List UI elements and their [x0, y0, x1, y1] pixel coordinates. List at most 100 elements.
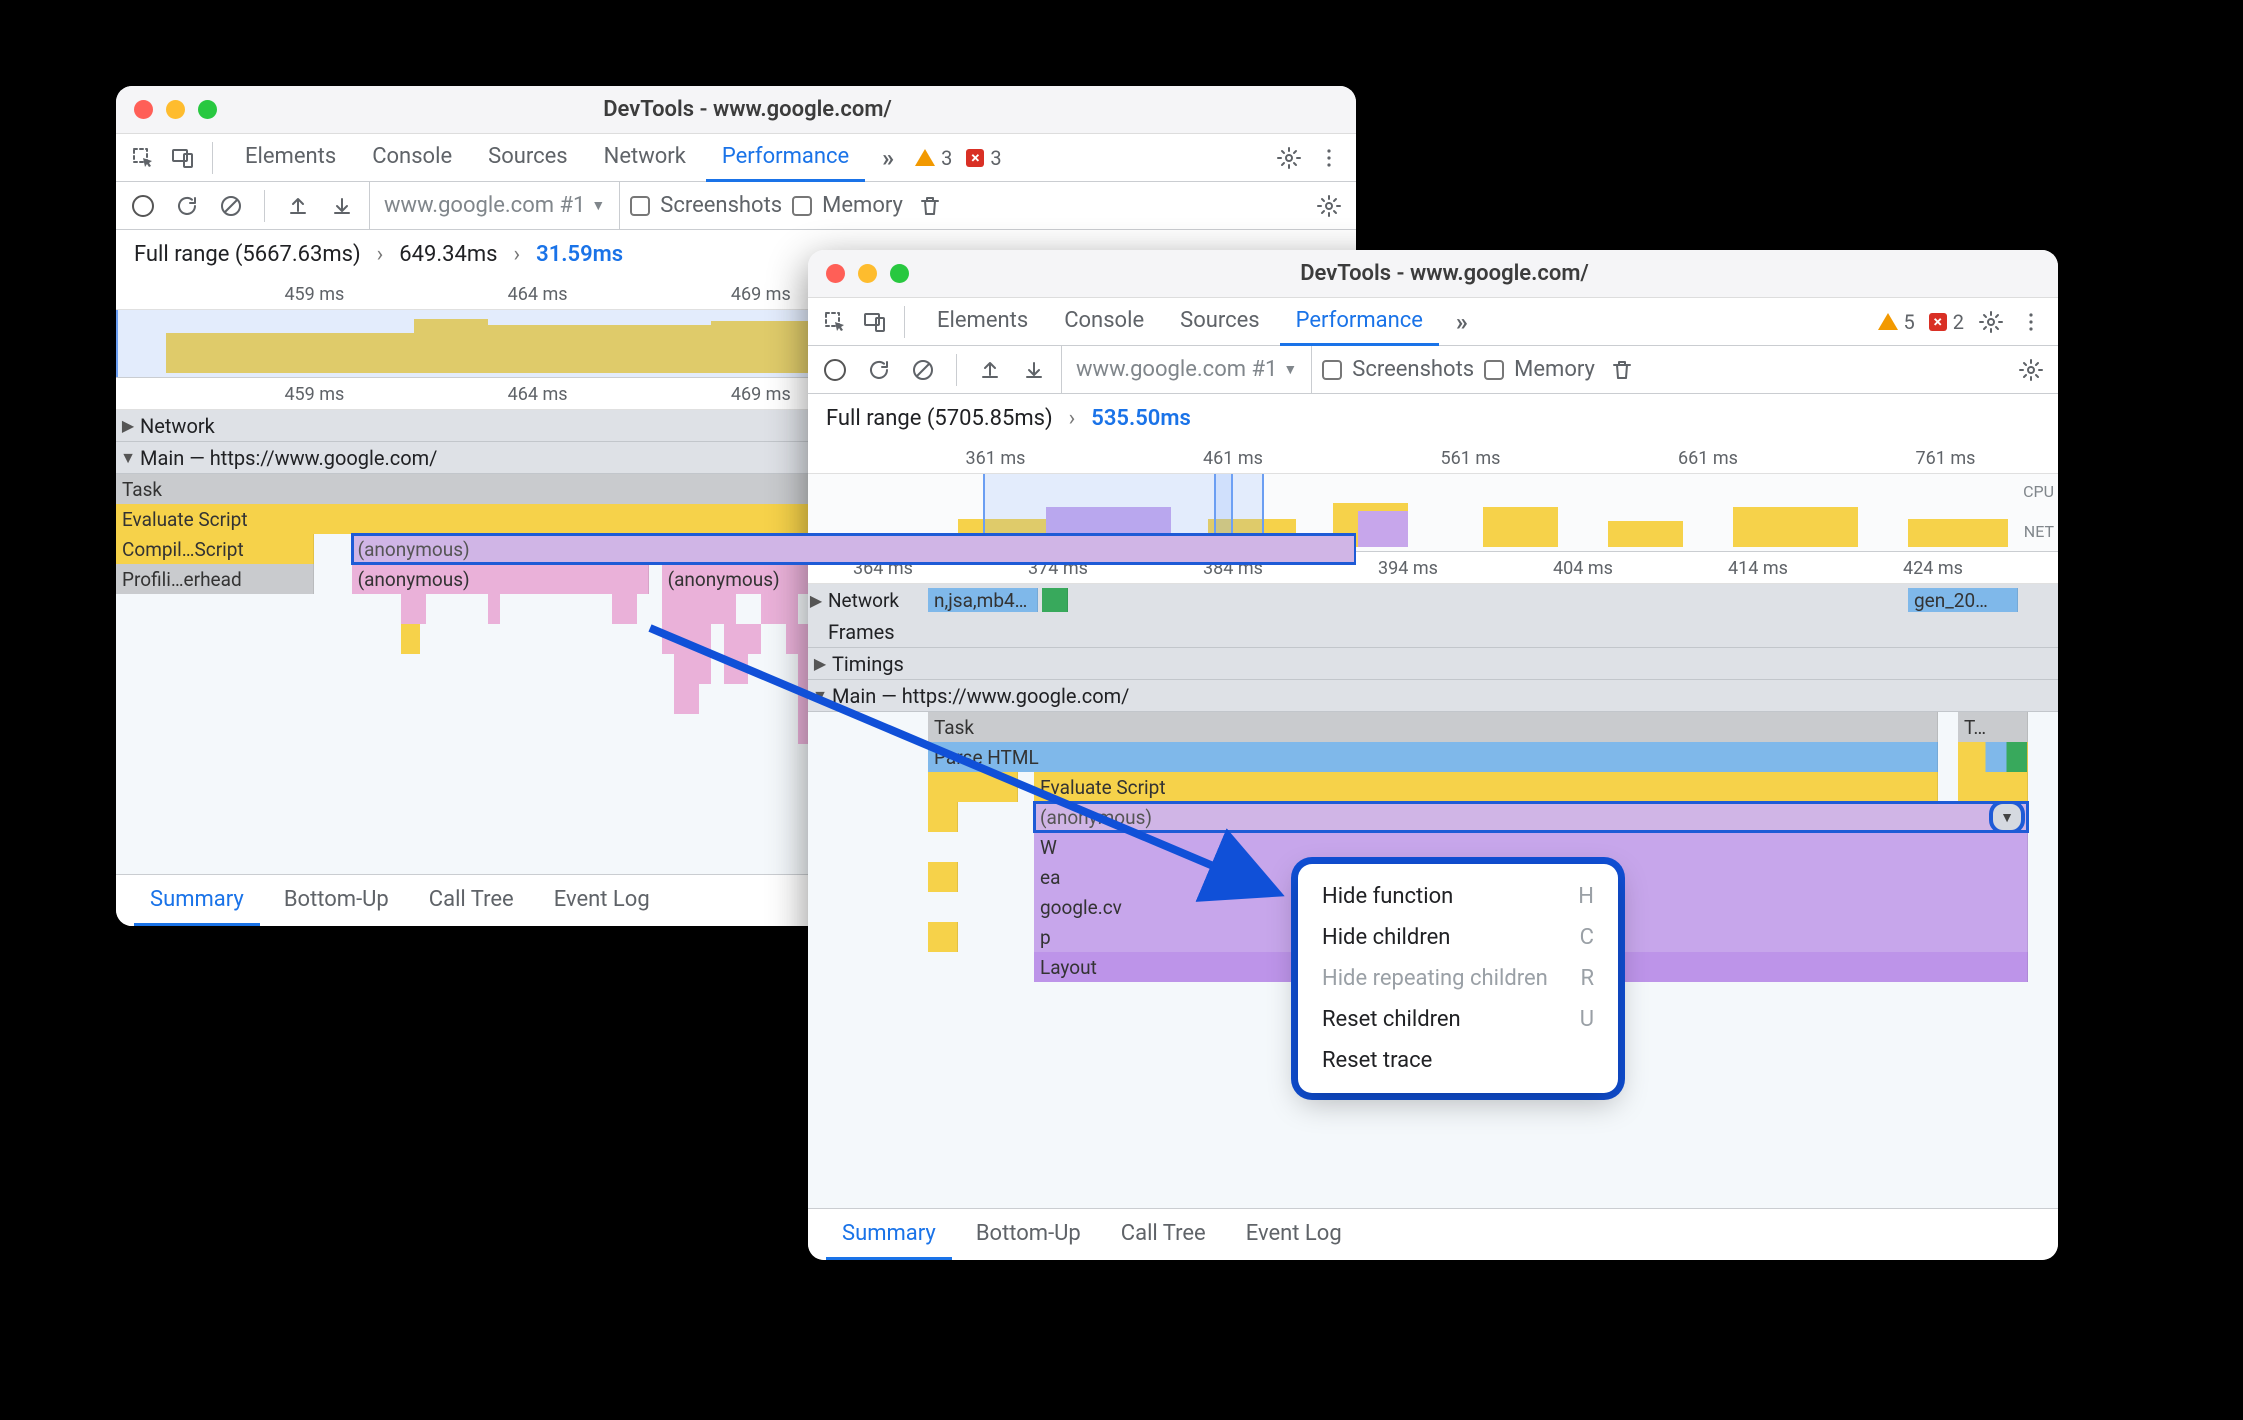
gear-icon[interactable]: [1272, 141, 1306, 175]
btab-summary[interactable]: Summary: [826, 1209, 952, 1260]
flame-entry-menu-button[interactable]: ▼: [1993, 804, 2021, 830]
tab-performance[interactable]: Performance: [1280, 298, 1439, 346]
record-button[interactable]: [126, 189, 160, 223]
btab-event-log[interactable]: Event Log: [1230, 1209, 1358, 1260]
clear-icon[interactable]: [906, 353, 940, 387]
inspect-icon[interactable]: [818, 305, 852, 339]
zoom-window-dot[interactable]: [890, 264, 909, 283]
btab-call-tree[interactable]: Call Tree: [413, 875, 530, 926]
screenshots-checkbox[interactable]: [1322, 360, 1342, 380]
tab-network[interactable]: Network: [588, 134, 702, 182]
clear-icon[interactable]: [214, 189, 248, 223]
tab-performance[interactable]: Performance: [706, 134, 865, 182]
flame-stripe[interactable]: [928, 862, 958, 892]
ctx-hide-function[interactable]: Hide function H: [1298, 876, 1618, 917]
gear-icon[interactable]: [1974, 305, 2008, 339]
network-request[interactable]: n,jsa,mb4…: [928, 588, 1038, 612]
btab-call-tree[interactable]: Call Tree: [1105, 1209, 1222, 1260]
flame-stripe[interactable]: [928, 772, 1018, 802]
upload-icon[interactable]: [281, 189, 315, 223]
ctx-label: Hide children: [1322, 925, 1450, 950]
ctx-reset-trace[interactable]: Reset trace: [1298, 1040, 1618, 1081]
crumb-leaf[interactable]: 31.59ms: [536, 242, 623, 267]
more-tabs-button[interactable]: »: [1445, 305, 1479, 339]
close-window-dot[interactable]: [134, 100, 153, 119]
errors-badge[interactable]: 2: [1925, 310, 1968, 334]
tab-sources[interactable]: Sources: [1164, 298, 1276, 346]
record-button[interactable]: [818, 353, 852, 387]
reload-icon[interactable]: [170, 189, 204, 223]
btab-summary[interactable]: Summary: [134, 875, 260, 926]
tab-console[interactable]: Console: [356, 134, 468, 182]
overview-label-net: NET: [2024, 522, 2054, 541]
track-timings[interactable]: ▶ Timings: [808, 648, 2058, 680]
network-request[interactable]: gen_20…: [1908, 588, 2018, 612]
network-request[interactable]: [1042, 588, 1068, 612]
crumb-full-range[interactable]: Full range (5667.63ms): [134, 242, 361, 267]
flame-task-short[interactable]: T…: [1958, 712, 2028, 742]
screenshots-checkbox[interactable]: [630, 196, 650, 216]
track-frames[interactable]: Frames: [808, 616, 2058, 648]
flame-compile-script[interactable]: Compil…Script: [116, 534, 314, 564]
memory-checkbox[interactable]: [792, 196, 812, 216]
flame-parse-html[interactable]: Parse HTML: [928, 742, 1938, 772]
gear-icon[interactable]: [2014, 353, 2048, 387]
breadcrumb-sep: ›: [377, 242, 384, 267]
flame-stripe[interactable]: [1958, 742, 2028, 772]
trash-icon[interactable]: [913, 189, 947, 223]
device-toggle-icon[interactable]: [166, 141, 200, 175]
flame-stripe[interactable]: [1958, 772, 2028, 802]
btab-bottom-up[interactable]: Bottom-Up: [268, 875, 405, 926]
upload-icon[interactable]: [973, 353, 1007, 387]
recording-select[interactable]: www.google.com #1 ▼: [369, 182, 620, 229]
ctx-hide-children[interactable]: Hide children C: [1298, 917, 1618, 958]
warnings-badge[interactable]: 5: [1874, 310, 1919, 334]
tab-console[interactable]: Console: [1048, 298, 1160, 346]
kebab-icon[interactable]: [1312, 141, 1346, 175]
flame-task[interactable]: Task: [928, 712, 1938, 742]
more-tabs-button[interactable]: »: [871, 141, 905, 175]
flame-anonymous[interactable]: (anonymous): [352, 564, 650, 594]
tab-elements[interactable]: Elements: [229, 134, 352, 182]
zoom-window-dot[interactable]: [198, 100, 217, 119]
flame-profiler-overhead[interactable]: Profili…erhead: [116, 564, 314, 594]
kebab-icon[interactable]: [2014, 305, 2048, 339]
reload-icon[interactable]: [862, 353, 896, 387]
ctx-reset-children[interactable]: Reset children U: [1298, 999, 1618, 1040]
ctx-label: Hide function: [1322, 884, 1453, 909]
download-icon[interactable]: [1017, 353, 1051, 387]
crumb-mid[interactable]: 649.34ms: [399, 242, 497, 267]
chevron-down-icon: ▼: [1283, 361, 1297, 378]
tab-elements[interactable]: Elements: [921, 298, 1044, 346]
flame-stripe[interactable]: [928, 922, 958, 952]
btab-event-log[interactable]: Event Log: [538, 875, 666, 926]
minimize-window-dot[interactable]: [858, 264, 877, 283]
crumb-leaf[interactable]: 535.50ms: [1091, 406, 1191, 431]
crumb-full-range[interactable]: Full range (5705.85ms): [826, 406, 1053, 431]
warnings-badge[interactable]: 3: [911, 146, 956, 170]
errors-count: 2: [1953, 310, 1964, 334]
inspect-icon[interactable]: [126, 141, 160, 175]
gear-icon[interactable]: [1312, 189, 1346, 223]
memory-checkbox[interactable]: [1484, 360, 1504, 380]
trash-icon[interactable]: [1605, 353, 1639, 387]
separator: [264, 190, 265, 222]
minimize-window-dot[interactable]: [166, 100, 185, 119]
flamechart[interactable]: ▶ Network n,jsa,mb4… gen_20… Frames ▶ Ti…: [808, 584, 2058, 1208]
tab-sources[interactable]: Sources: [472, 134, 584, 182]
download-icon[interactable]: [325, 189, 359, 223]
flame-anonymous-selected[interactable]: (anonymous) ▼: [1034, 802, 2028, 832]
btab-bottom-up[interactable]: Bottom-Up: [960, 1209, 1097, 1260]
flame-evaluate-script[interactable]: Evaluate Script: [1034, 772, 1938, 802]
recording-select[interactable]: www.google.com #1 ▼: [1061, 346, 1312, 393]
ruler-tick: 464 ms: [508, 284, 568, 305]
flame-stripe[interactable]: [928, 802, 958, 832]
track-main[interactable]: ▼ Main — https://www.google.com/: [808, 680, 2058, 712]
flame-anonymous-selected[interactable]: (anonymous): [352, 534, 1356, 564]
flame-w[interactable]: W: [1034, 832, 2028, 862]
ruler-tick: 404 ms: [1553, 558, 1613, 579]
close-window-dot[interactable]: [826, 264, 845, 283]
window-titlebar: DevTools - www.google.com/: [116, 86, 1356, 134]
errors-badge[interactable]: 3: [962, 146, 1005, 170]
device-toggle-icon[interactable]: [858, 305, 892, 339]
